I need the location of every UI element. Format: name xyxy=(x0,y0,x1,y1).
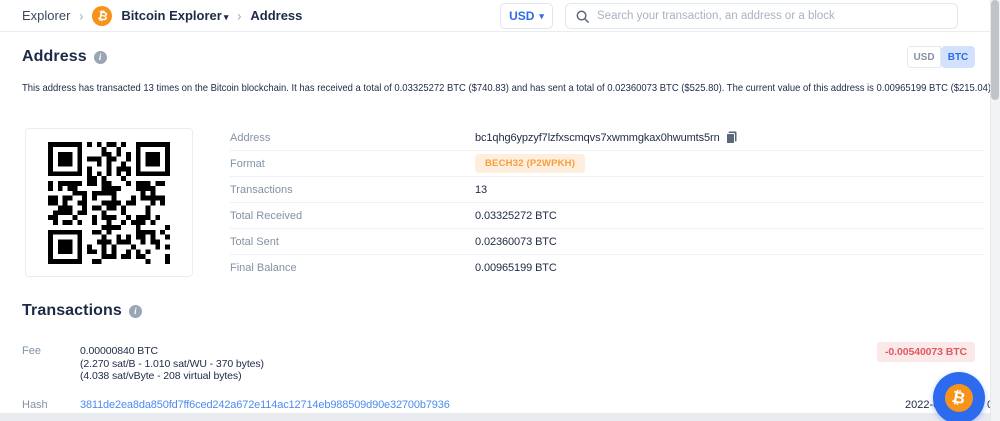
transactions-title: Transactions xyxy=(22,302,122,320)
table-row-format: Format BECH32 (P2WPKH) xyxy=(230,151,985,177)
row-value: 0.03325272 BTC xyxy=(475,210,557,222)
bottom-divider xyxy=(0,413,990,421)
breadcrumb: Explorer › ₿ Bitcoin Explorer▾ › Address xyxy=(22,6,302,26)
bitcoin-icon: ₿ xyxy=(92,6,112,26)
balance-delta-badge: -0.00540073 BTC xyxy=(877,342,975,362)
top-bar: Explorer › ₿ Bitcoin Explorer▾ › Address… xyxy=(0,0,990,32)
transaction-hash-link[interactable]: 3811de2ea8da850fd7ff6ced242a672e114ac127… xyxy=(80,399,450,411)
search-bar[interactable] xyxy=(565,3,958,29)
info-icon[interactable]: i xyxy=(129,305,142,318)
chevron-right-icon: › xyxy=(79,7,83,23)
row-value: 0.02360073 BTC xyxy=(475,236,557,248)
address-value: bc1qhg6ypzyf7lzfxscmqvs7xwmmgkax0hwumts5… xyxy=(475,132,720,144)
table-row-final-balance: Final Balance 0.00965199 BTC xyxy=(230,255,985,281)
address-summary: This address has transacted 13 times on … xyxy=(22,82,891,94)
breadcrumb-coin-selector[interactable]: Bitcoin Explorer▾ xyxy=(121,8,228,23)
fee-detail-line: (2.270 sat/B - 1.010 sat/WU - 370 bytes) xyxy=(80,358,264,371)
row-label: Transactions xyxy=(230,184,475,196)
format-badge: BECH32 (P2WPKH) xyxy=(475,154,585,173)
table-row-address: Address bc1qhg6ypzyf7lzfxscmqvs7xwmmgkax… xyxy=(230,125,985,151)
row-value: 0.00965199 BTC xyxy=(475,262,557,274)
row-value: 13 xyxy=(475,184,487,196)
table-row-transactions: Transactions 13 xyxy=(230,177,985,203)
fee-amount: 0.00000840 BTC xyxy=(80,345,264,358)
row-label: Address xyxy=(230,132,475,144)
table-row-total-sent: Total Sent 0.02360073 BTC xyxy=(230,229,985,255)
breadcrumb-explorer[interactable]: Explorer xyxy=(22,8,70,23)
row-label: Total Sent xyxy=(230,236,475,248)
scrollbar-thumb[interactable] xyxy=(991,0,999,100)
toggle-usd-button[interactable]: USD xyxy=(907,46,941,68)
floating-bitcoin-button[interactable]: ₿ xyxy=(933,372,985,421)
row-label: Total Received xyxy=(230,210,475,222)
scrollbar-track xyxy=(990,0,1000,421)
info-icon[interactable]: i xyxy=(94,51,107,64)
page-title: Address xyxy=(22,48,87,66)
chevron-right-icon: › xyxy=(237,7,241,23)
address-details-table: Address bc1qhg6ypzyf7lzfxscmqvs7xwmmgkax… xyxy=(230,125,985,281)
fee-details: 0.00000840 BTC (2.270 sat/B - 1.010 sat/… xyxy=(80,345,264,383)
breadcrumb-page: Address xyxy=(250,8,302,23)
fee-label: Fee xyxy=(22,345,41,357)
page: Explorer › ₿ Bitcoin Explorer▾ › Address… xyxy=(0,0,1000,421)
qr-code xyxy=(48,142,170,264)
chevron-down-icon: ▾ xyxy=(539,11,544,22)
copy-icon[interactable] xyxy=(726,131,737,144)
row-label: Final Balance xyxy=(230,262,475,274)
table-row-total-received: Total Received 0.03325272 BTC xyxy=(230,203,985,229)
row-label: Format xyxy=(230,158,475,170)
fee-detail-line: (4.038 sat/vByte - 208 virtual bytes) xyxy=(80,370,264,383)
qr-card xyxy=(25,128,193,277)
address-section-title: Address i xyxy=(22,48,107,66)
bitcoin-icon: ₿ xyxy=(945,384,973,412)
unit-toggle: USD BTC xyxy=(907,46,975,68)
currency-selector-button[interactable]: USD ▾ xyxy=(500,3,553,29)
search-input[interactable] xyxy=(597,10,947,22)
row-value: bc1qhg6ypzyf7lzfxscmqvs7xwmmgkax0hwumts5… xyxy=(475,131,737,144)
toggle-btc-button[interactable]: BTC xyxy=(941,46,975,68)
transactions-section-title: Transactions i xyxy=(22,302,142,320)
chevron-down-icon: ▾ xyxy=(224,12,229,22)
search-icon xyxy=(576,10,589,23)
hash-label: Hash xyxy=(22,399,48,411)
